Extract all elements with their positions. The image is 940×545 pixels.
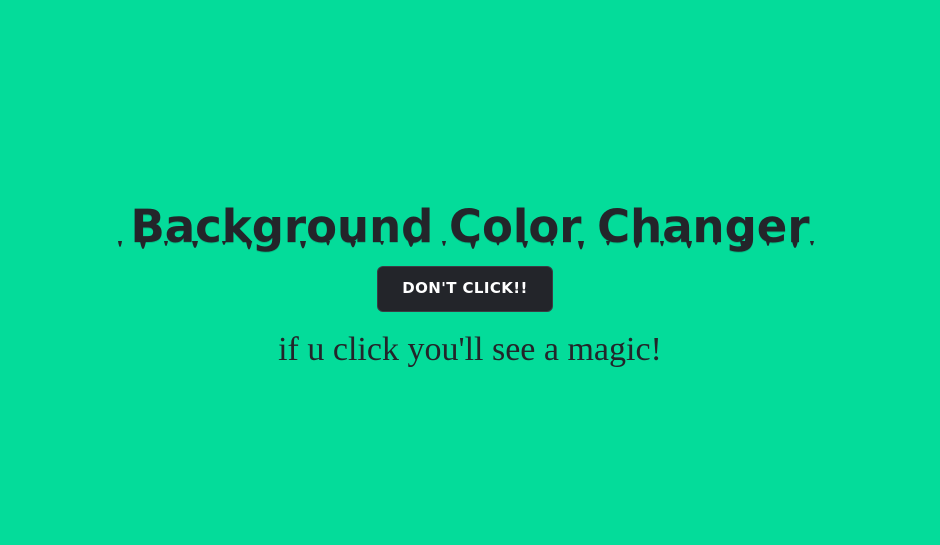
page-title: Background Color Changer [130,200,810,253]
dont-click-button-label: DON'T CLICK!! [402,279,528,297]
page-subtitle: if u click you'll see a magic! [278,331,662,368]
page-container: Background Color Changer DON'T CLICK!! i… [0,0,940,545]
dont-click-button[interactable]: DON'T CLICK!! [377,266,553,312]
